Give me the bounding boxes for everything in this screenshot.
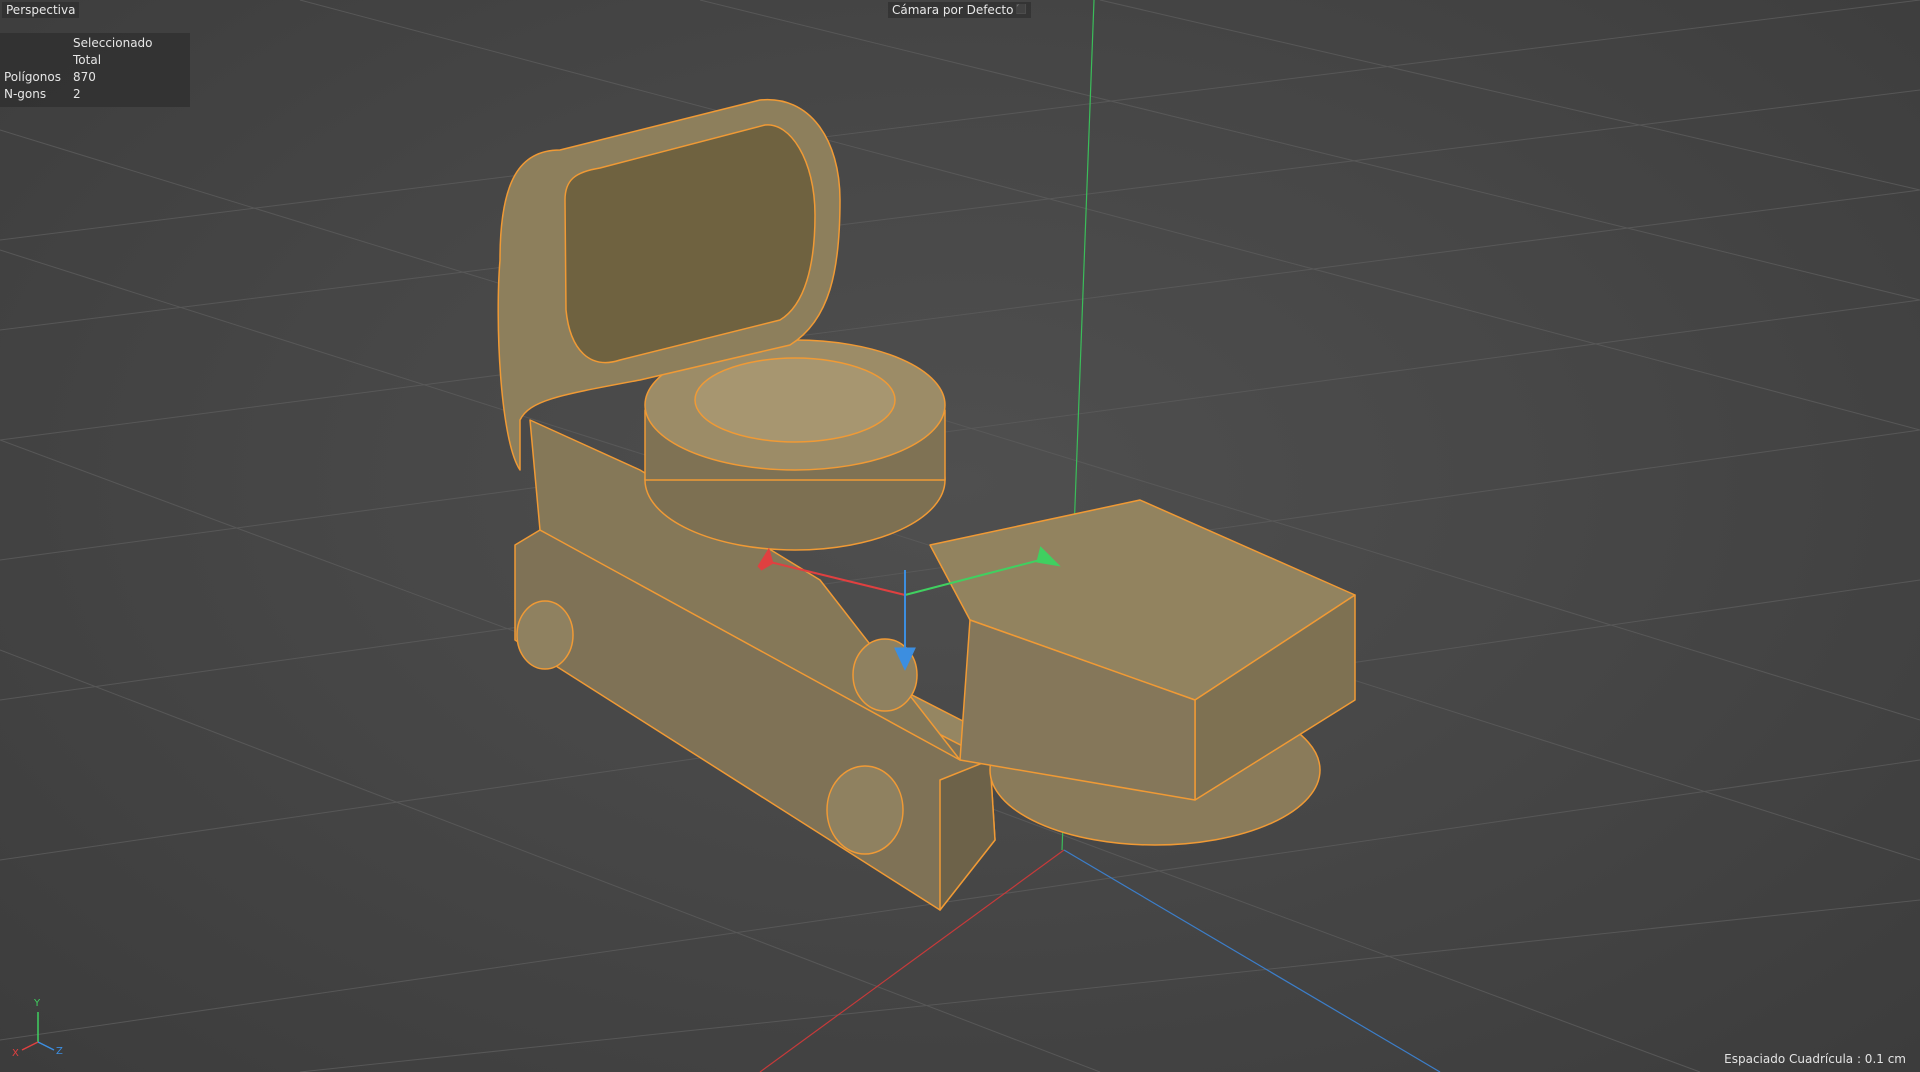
mesh-knob-1 [516, 600, 574, 670]
mesh-turret-cap [694, 357, 896, 443]
camera-options-icon[interactable]: ⬛ [1015, 5, 1026, 15]
floor-grid [0, 0, 1920, 1072]
grid-spacing-label: Espaciado Cuadrícula : 0.1 cm [1724, 1052, 1906, 1066]
axis-z-label: Z [56, 1046, 63, 1057]
world-z-axis [1063, 849, 1441, 1072]
stats-value: 870 [73, 70, 96, 84]
stats-label: Polígonos [4, 70, 61, 84]
stats-row-ngons: N-gons 2 [4, 86, 190, 103]
axis-x-label: X [12, 1048, 19, 1059]
camera-name: Cámara por Defecto [892, 3, 1014, 17]
3d-viewport[interactable]: Perspectiva Cámara por Defecto ⬛ Selecci… [0, 0, 1920, 1072]
stats-row-polygons: Polígonos 870 [4, 69, 190, 86]
stats-label: N-gons [4, 87, 47, 101]
selected-mesh[interactable] [497, 98, 1356, 911]
axis-orientation-gizmo: Y X Z [8, 998, 68, 1062]
stats-overlay: Seleccionado Total Polígonos 870 N-gons … [0, 33, 190, 107]
mesh-rail-end [939, 759, 996, 911]
axis-y-label: Y [34, 998, 41, 1009]
viewport-scene[interactable] [0, 0, 1920, 1072]
stats-header-row: Seleccionado Total [4, 35, 190, 69]
stats-value: 2 [73, 87, 81, 101]
mesh-knob-3 [826, 765, 904, 855]
view-name-label[interactable]: Perspectiva [2, 2, 80, 18]
stats-header-selected-total: Seleccionado Total [73, 36, 153, 67]
camera-menu[interactable]: Cámara por Defecto ⬛ [888, 2, 1031, 18]
